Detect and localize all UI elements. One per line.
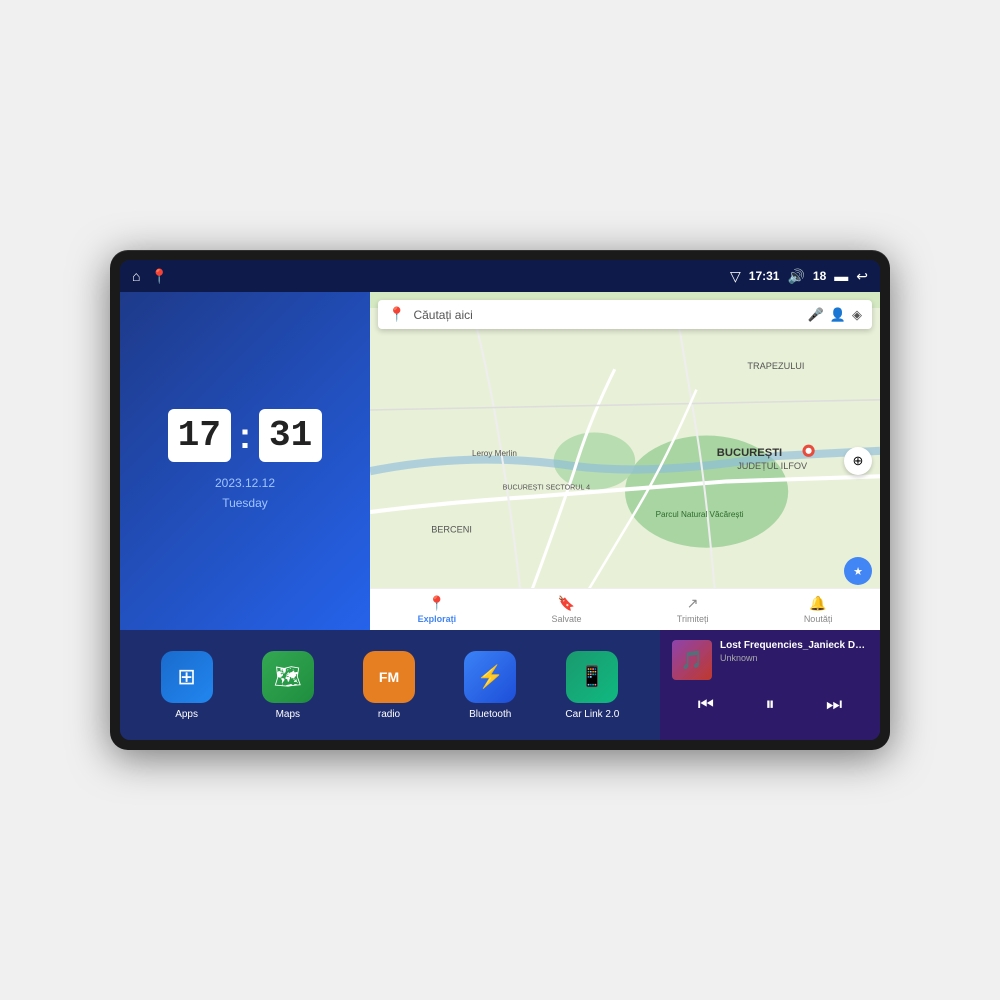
svg-text:Parcul Natural Văcărești: Parcul Natural Văcărești xyxy=(656,510,744,519)
music-next-button[interactable]: ⏭ xyxy=(818,690,850,719)
saved-label: Salvate xyxy=(551,614,581,624)
clock-hour: 17 xyxy=(168,409,231,462)
account-icon[interactable]: 👤 xyxy=(830,307,846,323)
maps-label: Maps xyxy=(276,709,300,720)
map-locate-button[interactable]: ⊕ xyxy=(844,447,872,475)
clock-widget: 17 : 31 2023.12.12 Tuesday xyxy=(120,292,370,630)
mic-icon[interactable]: 🎤 xyxy=(808,307,824,323)
home-icon[interactable]: ⌂ xyxy=(132,268,140,284)
clock-date: 2023.12.12 Tuesday xyxy=(215,474,275,512)
map-pin-icon[interactable]: 📍 xyxy=(150,268,167,285)
news-icon: 🔔 xyxy=(809,595,826,612)
apps-icon-wrapper: ⊞ xyxy=(161,651,213,703)
map-news-tab[interactable]: 🔔 Noutăți xyxy=(804,595,833,624)
svg-text:BERCENI: BERCENI xyxy=(431,524,472,534)
music-artist: Unknown xyxy=(720,653,868,663)
carlink-icon-wrapper: 📱 xyxy=(566,651,618,703)
clock-display: 17 : 31 xyxy=(168,409,322,462)
main-content: 17 : 31 2023.12.12 Tuesday xyxy=(120,292,880,740)
music-thumb-image: 🎵 xyxy=(672,640,712,680)
battery-level: 18 xyxy=(813,269,826,283)
back-icon[interactable]: ↩ xyxy=(856,268,868,285)
star-icon: ★ xyxy=(853,565,863,578)
send-label: Trimiteți xyxy=(677,614,709,624)
app-item-maps[interactable]: 🗺 Maps xyxy=(262,651,314,720)
map-background: BUCUREȘTI JUDEȚUL ILFOV TRAPEZULUI BERCE… xyxy=(370,292,880,630)
music-thumbnail: 🎵 xyxy=(672,640,712,680)
device-screen: ⌂ 📍 ▽ 17:31 🔊 18 ▬ ↩ 17 : xyxy=(120,260,880,740)
send-icon: ↗ xyxy=(687,595,699,612)
music-title: Lost Frequencies_Janieck Devy-... xyxy=(720,640,868,651)
map-fab-button[interactable]: ★ xyxy=(844,557,872,585)
svg-text:BUCUREȘTI SECTORUL 4: BUCUREȘTI SECTORUL 4 xyxy=(503,484,591,492)
bluetooth-icon-wrapper: ⚡ xyxy=(464,651,516,703)
radio-fm-icon: FM xyxy=(379,669,399,685)
status-left: ⌂ 📍 xyxy=(132,268,168,285)
apps-label: Apps xyxy=(175,709,198,720)
map-send-tab[interactable]: ↗ Trimiteți xyxy=(677,595,709,624)
top-section: 17 : 31 2023.12.12 Tuesday xyxy=(120,292,880,630)
music-player: 🎵 Lost Frequencies_Janieck Devy-... Unkn… xyxy=(660,630,880,740)
saved-icon: 🔖 xyxy=(558,595,575,612)
status-time: 17:31 xyxy=(749,269,780,283)
svg-text:JUDEȚUL ILFOV: JUDEȚUL ILFOV xyxy=(737,461,808,471)
apps-grid-icon: ⊞ xyxy=(177,664,195,690)
app-item-carlink[interactable]: 📱 Car Link 2.0 xyxy=(565,651,619,720)
status-right: ▽ 17:31 🔊 18 ▬ ↩ xyxy=(730,268,868,285)
car-display-device: ⌂ 📍 ▽ 17:31 🔊 18 ▬ ↩ 17 : xyxy=(110,250,890,750)
explore-icon: 📍 xyxy=(428,595,445,612)
map-svg: BUCUREȘTI JUDEȚUL ILFOV TRAPEZULUI BERCE… xyxy=(370,292,880,630)
layers-icon[interactable]: ◈ xyxy=(852,307,862,323)
carlink-icon: 📱 xyxy=(580,664,605,689)
svg-text:TRAPEZULUI: TRAPEZULUI xyxy=(747,361,804,371)
svg-text:BUCUREȘTI: BUCUREȘTI xyxy=(717,447,782,459)
app-item-apps[interactable]: ⊞ Apps xyxy=(161,651,213,720)
bluetooth-label: Bluetooth xyxy=(469,709,511,720)
map-search-bar[interactable]: 📍 Căutați aici 🎤 👤 ◈ xyxy=(378,300,872,329)
clock-minute: 31 xyxy=(259,409,322,462)
radio-icon-wrapper: FM xyxy=(363,651,415,703)
battery-icon: ▬ xyxy=(834,268,848,284)
map-widget[interactable]: BUCUREȘTI JUDEȚUL ILFOV TRAPEZULUI BERCE… xyxy=(370,292,880,630)
map-explore-tab[interactable]: 📍 Explorați xyxy=(418,595,457,624)
explore-label: Explorați xyxy=(418,614,457,624)
map-search-input[interactable]: Căutați aici xyxy=(413,308,799,322)
app-item-radio[interactable]: FM radio xyxy=(363,651,415,720)
news-label: Noutăți xyxy=(804,614,833,624)
svg-text:Leroy Merlin: Leroy Merlin xyxy=(472,449,517,458)
locate-icon: ⊕ xyxy=(853,453,864,469)
music-controls: ⏮ ⏸ ⏭ xyxy=(672,690,868,719)
map-saved-tab[interactable]: 🔖 Salvate xyxy=(551,595,581,624)
status-bar: ⌂ 📍 ▽ 17:31 🔊 18 ▬ ↩ xyxy=(120,260,880,292)
maps-icon-wrapper: 🗺 xyxy=(262,651,314,703)
maps-logo-icon: 📍 xyxy=(388,306,405,323)
map-bottom-bar: 📍 Explorați 🔖 Salvate ↗ Trimiteți xyxy=(370,588,880,630)
bluetooth-icon: ⚡ xyxy=(477,664,504,690)
clock-colon: : xyxy=(239,415,251,457)
volume-icon[interactable]: 🔊 xyxy=(787,268,804,285)
carlink-label: Car Link 2.0 xyxy=(565,709,619,720)
apps-panel: ⊞ Apps 🗺 Maps FM radio xyxy=(120,630,660,740)
music-play-button[interactable]: ⏸ xyxy=(758,690,783,719)
bottom-section: ⊞ Apps 🗺 Maps FM radio xyxy=(120,630,880,740)
app-item-bluetooth[interactable]: ⚡ Bluetooth xyxy=(464,651,516,720)
music-prev-button[interactable]: ⏮ xyxy=(690,690,722,719)
music-info: 🎵 Lost Frequencies_Janieck Devy-... Unkn… xyxy=(672,640,868,680)
radio-label: radio xyxy=(378,709,400,720)
maps-icon: 🗺 xyxy=(274,664,302,690)
map-search-actions: 🎤 👤 ◈ xyxy=(808,307,862,323)
music-text: Lost Frequencies_Janieck Devy-... Unknow… xyxy=(720,640,868,663)
music-thumb-icon: 🎵 xyxy=(681,650,703,671)
nav-icon: ▽ xyxy=(730,268,741,285)
